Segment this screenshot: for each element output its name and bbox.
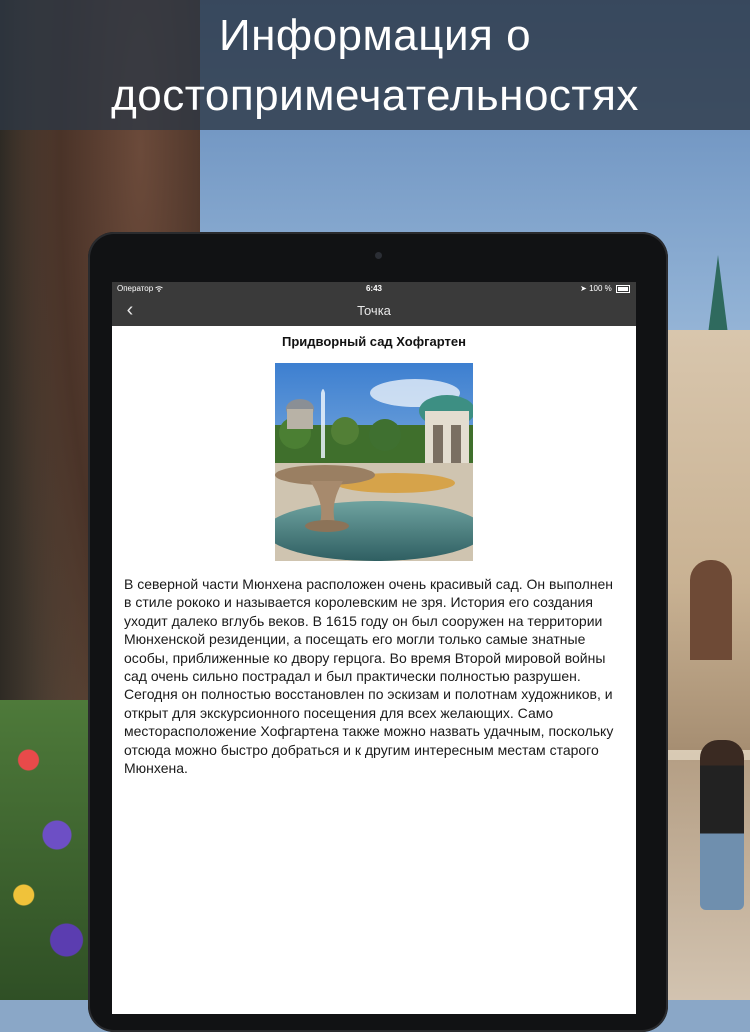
chevron-left-icon[interactable]: ‹ xyxy=(120,296,140,326)
article-title: Придворный сад Хофгартен xyxy=(282,334,466,349)
article-description: В северной части Мюнхена расположен очен… xyxy=(124,576,614,777)
status-bar: Оператор 6:43 ➤ 100 % xyxy=(112,282,636,296)
camera-icon xyxy=(375,252,382,259)
headline-line-1: Информация о xyxy=(218,11,532,60)
tablet-device: Оператор 6:43 ➤ 100 % ‹ Точка Придворный… xyxy=(88,232,668,1032)
navigation-bar: ‹ Точка xyxy=(112,296,636,326)
article: Придворный сад Хофгартен В северной част… xyxy=(112,334,636,777)
battery-indicator: ➤ 100 % xyxy=(580,282,630,296)
town-hall-window xyxy=(690,560,732,660)
pedestrian-photo xyxy=(700,740,744,910)
battery-percent: 100 % xyxy=(589,284,612,293)
location-arrow-icon: ➤ xyxy=(580,284,587,293)
clock: 6:43 xyxy=(365,284,382,293)
battery-icon xyxy=(616,284,630,293)
town-hall-photo xyxy=(660,330,750,750)
hofgarten-photo xyxy=(275,363,473,561)
app-screen: Оператор 6:43 ➤ 100 % ‹ Точка Придворный… xyxy=(112,282,636,1014)
flower-bed-photo xyxy=(0,700,95,1000)
nav-title: Точка xyxy=(357,303,391,318)
headline: Информация о достопримечательностях xyxy=(0,0,750,126)
headline-line-2: достопримечательностях xyxy=(111,71,639,120)
